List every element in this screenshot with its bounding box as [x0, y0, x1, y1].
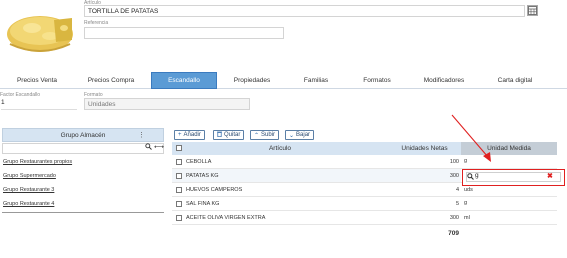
- article-field[interactable]: TORTILLA DE PATATAS: [84, 5, 525, 17]
- factor-label: Factor Escandallo: [0, 92, 41, 98]
- product-photo: [4, 0, 74, 62]
- row-checkbox[interactable]: [176, 201, 182, 207]
- row-checkbox[interactable]: [176, 187, 182, 193]
- row-unidad[interactable]: uds: [464, 187, 473, 193]
- row-unidad[interactable]: ml: [464, 215, 470, 221]
- reference-label: Referencia: [84, 20, 109, 26]
- add-button[interactable]: + Añadir: [174, 130, 205, 140]
- kebab-menu-icon[interactable]: ⋮: [138, 131, 145, 139]
- search-icon[interactable]: [467, 173, 474, 182]
- row-unidad[interactable]: g: [464, 200, 467, 206]
- factor-field[interactable]: 1: [1, 99, 77, 110]
- group-item[interactable]: Grupo Restaurantes propios: [3, 159, 72, 165]
- tab-precios-venta[interactable]: Precios Venta: [3, 72, 71, 89]
- row-articulo[interactable]: CEBOLLA: [186, 159, 211, 165]
- tab-formatos[interactable]: Formatos: [346, 72, 408, 89]
- row-checkbox[interactable]: [176, 173, 182, 179]
- group-panel-header: Grupo Almacén ⋮: [2, 128, 164, 142]
- trash-icon: [217, 131, 222, 139]
- chevron-down-icon: ⌄: [289, 132, 295, 139]
- formato-field: Unidades: [84, 98, 250, 110]
- row-checkbox[interactable]: [176, 159, 182, 165]
- row-netas[interactable]: 4: [388, 187, 459, 193]
- move-up-button[interactable]: ⌃ Subir: [250, 130, 280, 140]
- row-divider: [172, 210, 557, 211]
- row-articulo[interactable]: ACEITE OLIVA VIRGEN EXTRA: [186, 215, 265, 221]
- row-divider: [172, 224, 557, 225]
- row-articulo[interactable]: SAL FINA KG: [186, 201, 219, 207]
- plus-icon: +: [178, 132, 182, 138]
- tab-precios-compra[interactable]: Precios Compra: [77, 72, 145, 89]
- tab-escandallo[interactable]: Escandallo: [151, 72, 217, 89]
- group-panel-title: Grupo Almacén: [60, 131, 106, 139]
- select-all-checkbox[interactable]: [176, 145, 182, 151]
- chevron-up-icon: ⌃: [254, 132, 260, 139]
- group-item[interactable]: Grupo Restaurante 4: [3, 201, 54, 207]
- close-icon[interactable]: ✖: [547, 172, 553, 180]
- group-item[interactable]: Grupo Supermercado: [3, 173, 56, 179]
- calendar-grid-icon[interactable]: [527, 5, 538, 16]
- group-panel-divider: [2, 212, 164, 213]
- row-articulo[interactable]: HUEVOS CAMPEROS: [186, 187, 242, 193]
- left-right-arrows-icon[interactable]: ⟷: [154, 143, 164, 151]
- group-search-input[interactable]: [2, 143, 164, 154]
- row-netas[interactable]: 300: [388, 173, 459, 179]
- remove-button[interactable]: Quitar: [213, 130, 245, 140]
- search-icon[interactable]: [145, 143, 152, 152]
- tab-modificadores[interactable]: Modificadores: [410, 72, 478, 89]
- row-checkbox[interactable]: [176, 215, 182, 221]
- tab-propiedades[interactable]: Propiedades: [218, 72, 286, 89]
- move-down-button[interactable]: ⌄ Bajar: [285, 130, 315, 140]
- tab-familias[interactable]: Familias: [286, 72, 346, 89]
- unit-editor-value: g: [475, 172, 479, 179]
- group-item[interactable]: Grupo Restaurante 3: [3, 187, 54, 193]
- row-netas[interactable]: 300: [388, 215, 459, 221]
- col-header-articulo[interactable]: Artículo: [172, 142, 388, 155]
- reference-field[interactable]: [84, 27, 284, 39]
- tab-carta-digital[interactable]: Carta digital: [482, 72, 548, 89]
- total-netas: 709: [448, 230, 459, 237]
- row-netas[interactable]: 5: [388, 201, 459, 207]
- annotation-arrow-icon: [451, 114, 491, 162]
- row-divider: [172, 196, 557, 197]
- tab-bar: Precios Venta Precios Compra Escandallo …: [0, 72, 567, 89]
- row-articulo[interactable]: PATATAS KG: [186, 173, 219, 179]
